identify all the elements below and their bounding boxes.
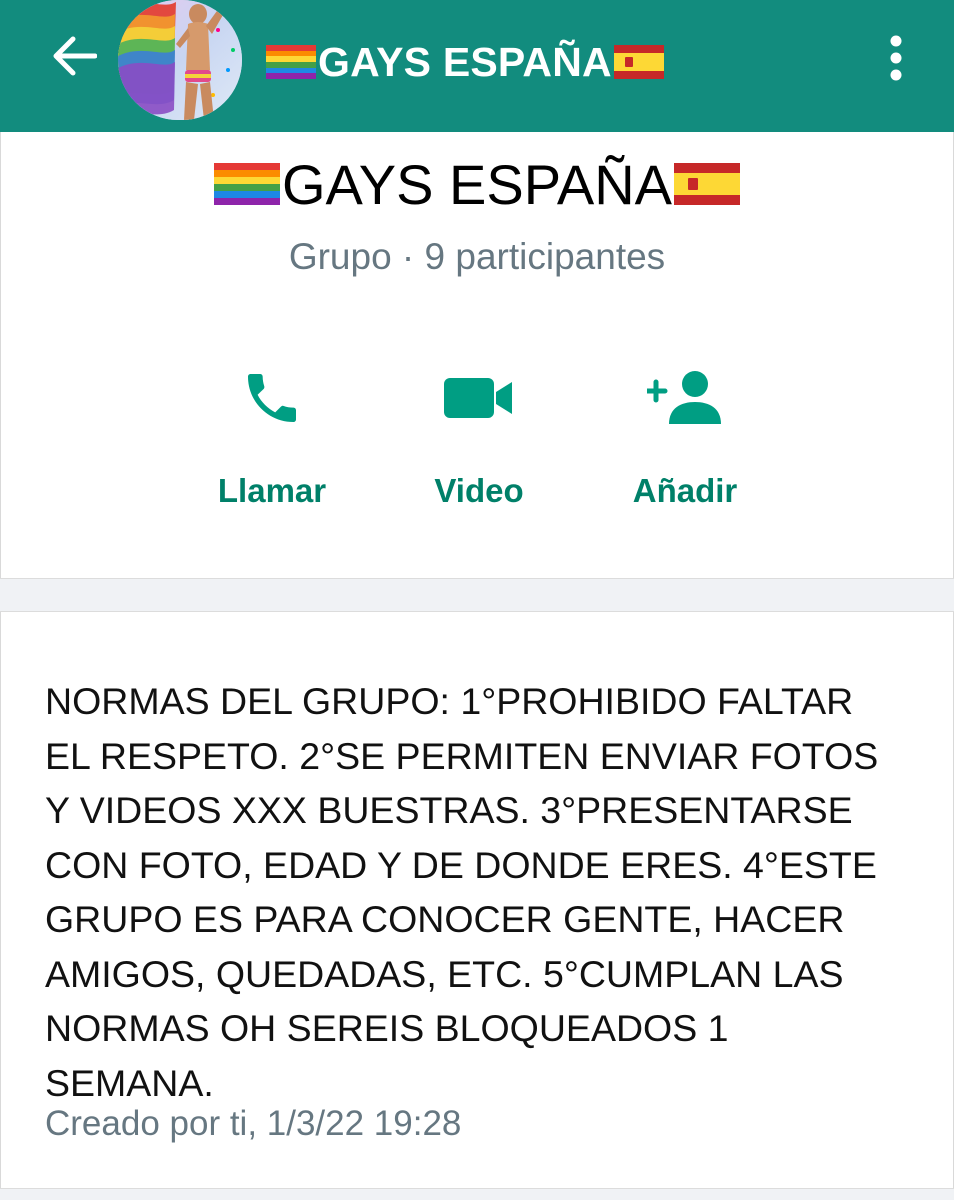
video-call-button[interactable]: Video xyxy=(379,358,579,518)
app-bar-title-text: GAYS ESPAÑA xyxy=(318,38,612,85)
call-button[interactable]: Llamar xyxy=(172,358,372,518)
group-name[interactable]: GAYS ESPAÑA xyxy=(1,152,953,216)
video-camera-icon xyxy=(439,358,519,438)
call-label: Llamar xyxy=(217,472,327,509)
arrow-left-icon xyxy=(53,36,97,76)
group-subtitle: Grupo · 9 participantes xyxy=(288,236,666,277)
add-participant-button[interactable]: Añadir xyxy=(585,358,785,518)
rainbow-flag-icon xyxy=(266,45,316,79)
group-info-card: GAYS ESPAÑA Grupo · 9 participantes Llam… xyxy=(0,132,954,578)
back-button[interactable] xyxy=(46,28,102,84)
group-description: NORMAS DEL GRUPO: 1°PROHIBIDO FALTAR EL … xyxy=(45,680,879,1104)
spain-flag-icon xyxy=(674,163,741,205)
spain-flag-icon xyxy=(613,45,664,79)
app-bar: GAYS ESPAÑA xyxy=(0,0,954,132)
group-description-card[interactable]: NORMAS DEL GRUPO: 1°PROHIBIDO FALTAR EL … xyxy=(0,612,954,1188)
more-vertical-icon xyxy=(890,35,902,81)
video-label: Video xyxy=(434,472,524,509)
group-info-screen: GAYS ESPAÑA GAYS ESPAÑA Grupo · 9 partic… xyxy=(0,0,954,1200)
group-name-text: GAYS ESPAÑA xyxy=(281,152,673,216)
group-avatar[interactable] xyxy=(118,0,242,120)
add-label: Añadir xyxy=(632,472,738,509)
more-options-button[interactable] xyxy=(872,26,920,90)
section-divider xyxy=(0,578,954,612)
phone-icon xyxy=(232,358,312,438)
group-photo-image xyxy=(118,0,242,120)
app-bar-title[interactable]: GAYS ESPAÑA xyxy=(266,36,664,88)
created-by-info: Creado por ti, 1/3/22 19:28 xyxy=(45,1104,462,1143)
rainbow-flag-icon xyxy=(213,163,280,205)
add-person-icon xyxy=(645,358,725,438)
section-divider-bottom xyxy=(0,1188,954,1200)
